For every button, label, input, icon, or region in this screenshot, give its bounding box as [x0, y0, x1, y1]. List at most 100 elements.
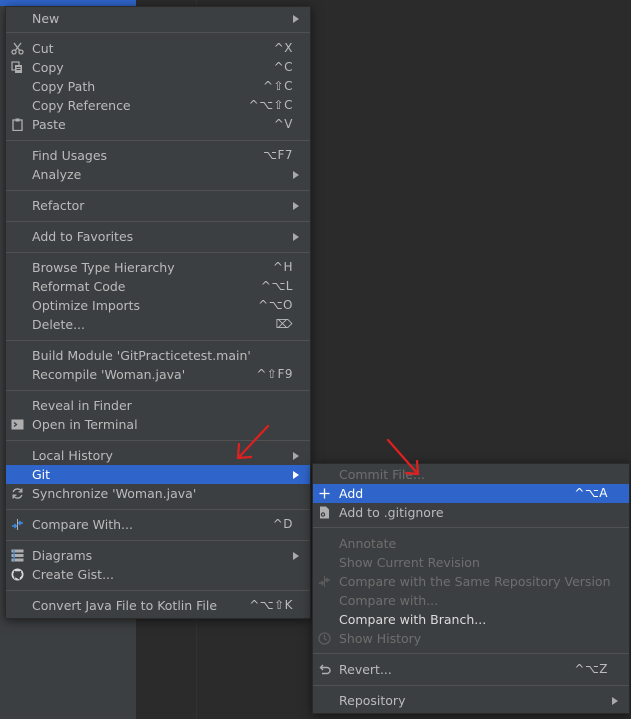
menu-item-label: Find Usages: [32, 148, 108, 163]
copy-icon: [11, 61, 24, 74]
menu-item-label: Add to .gitignore: [339, 505, 444, 520]
menu-item-label: Git: [32, 467, 51, 482]
terminal-icon: [11, 418, 24, 431]
shortcut-label: ^D: [272, 517, 293, 531]
menu-item-label: Show History: [339, 631, 422, 646]
menu-item-copy-reference[interactable]: Copy Reference ^⌥⇧C: [6, 96, 310, 115]
menu-item-delete[interactable]: Delete... ⌦: [6, 315, 310, 334]
menu-separator: [313, 685, 629, 686]
menu-separator: [6, 340, 310, 341]
menu-item-copy[interactable]: Copy ^C: [6, 58, 310, 77]
submenu-arrow-icon: [612, 697, 618, 705]
menu-separator: [313, 527, 629, 528]
shortcut-label: ^⌥A: [574, 486, 608, 500]
menu-item-reveal-in-finder[interactable]: Reveal in Finder: [6, 396, 310, 415]
menu-item-analyze[interactable]: Analyze: [6, 165, 310, 184]
menu-item-label: Compare with...: [339, 593, 439, 608]
menu-item-refactor[interactable]: Refactor: [6, 196, 310, 215]
menu-item-label: Show Current Revision: [339, 555, 480, 570]
shortcut-label: ^⌥Z: [574, 662, 608, 676]
menu-separator: [6, 221, 310, 222]
shortcut-label: ^⌥⇧K: [249, 598, 293, 612]
menu-item-paste[interactable]: Paste ^V: [6, 115, 310, 134]
menu-separator: [6, 390, 310, 391]
menu-separator: [6, 590, 310, 591]
shortcut-label: ^⌥⇧C: [248, 98, 293, 112]
menu-item-browse-type-hierarchy[interactable]: Browse Type Hierarchy ^H: [6, 258, 310, 277]
scissors-icon: [11, 42, 24, 55]
submenu-item-commit-file[interactable]: Commit File...: [313, 465, 629, 484]
menu-item-label: Compare with Branch...: [339, 612, 487, 627]
menu-item-label: Reveal in Finder: [32, 398, 132, 413]
gitignore-file-icon: [318, 506, 331, 519]
submenu-arrow-icon: [293, 233, 299, 241]
submenu-item-add-to-gitignore[interactable]: Add to .gitignore: [313, 503, 629, 522]
menu-item-label: Open in Terminal: [32, 417, 138, 432]
submenu-arrow-icon: [293, 202, 299, 210]
menu-item-label: Synchronize 'Woman.java': [32, 486, 197, 501]
submenu-item-show-current-revision[interactable]: Show Current Revision: [313, 553, 629, 572]
menu-item-compare-with[interactable]: Compare With... ^D: [6, 515, 310, 534]
annotation-arrow-right: [386, 438, 420, 476]
menu-item-cut[interactable]: Cut ^X: [6, 39, 310, 58]
menu-item-reformat-code[interactable]: Reformat Code ^⌥L: [6, 277, 310, 296]
git-submenu: Commit File... Add ^⌥A Add to .gitignore…: [312, 463, 630, 714]
menu-item-diagrams[interactable]: Diagrams: [6, 546, 310, 565]
menu-separator: [313, 653, 629, 654]
submenu-arrow-icon: [293, 552, 299, 560]
menu-item-label: Delete...: [32, 317, 85, 332]
menu-item-label: Refactor: [32, 198, 85, 213]
history-icon: [318, 632, 331, 645]
submenu-arrow-icon: [293, 471, 299, 479]
submenu-item-compare-with[interactable]: Compare with...: [313, 591, 629, 610]
shortcut-label: ⌥F7: [263, 148, 293, 162]
menu-item-label: Compare With...: [32, 517, 133, 532]
context-menu: New Cut ^X Copy ^C Copy Path ^⇧C Copy Re…: [5, 6, 311, 619]
submenu-item-add[interactable]: Add ^⌥A: [313, 484, 629, 503]
menu-item-label: Annotate: [339, 536, 397, 551]
menu-item-label: Revert...: [339, 662, 392, 677]
submenu-arrow-icon: [293, 171, 299, 179]
submenu-item-show-history[interactable]: Show History: [313, 629, 629, 648]
menu-item-label: Analyze: [32, 167, 82, 182]
compare-icon: [318, 575, 331, 588]
menu-item-label: Copy: [32, 60, 64, 75]
menu-item-label: Browse Type Hierarchy: [32, 260, 175, 275]
shortcut-label: ^H: [272, 260, 293, 274]
menu-item-label: Recompile 'Woman.java': [32, 367, 186, 382]
submenu-item-revert[interactable]: Revert... ^⌥Z: [313, 660, 629, 679]
shortcut-label: ^V: [273, 117, 293, 131]
menu-item-label: Compare with the Same Repository Version: [339, 574, 611, 589]
menu-item-convert-to-kotlin[interactable]: Convert Java File to Kotlin File ^⌥⇧K: [6, 596, 310, 615]
menu-item-label: Build Module 'GitPracticetest.main': [32, 348, 251, 363]
menu-item-copy-path[interactable]: Copy Path ^⇧C: [6, 77, 310, 96]
shortcut-label: ^⌥L: [260, 279, 293, 293]
menu-item-recompile[interactable]: Recompile 'Woman.java' ^⇧F9: [6, 365, 310, 384]
github-icon: [11, 568, 24, 581]
menu-separator: [6, 32, 310, 33]
menu-item-label: Cut: [32, 41, 54, 56]
menu-item-new[interactable]: New: [6, 9, 310, 28]
menu-item-optimize-imports[interactable]: Optimize Imports ^⌥O: [6, 296, 310, 315]
shortcut-label: ⌦: [275, 317, 293, 331]
menu-item-label: Copy Reference: [32, 98, 131, 113]
menu-item-add-to-favorites[interactable]: Add to Favorites: [6, 227, 310, 246]
plus-icon: [318, 487, 331, 500]
submenu-item-annotate[interactable]: Annotate: [313, 534, 629, 553]
shortcut-label: ^⌥O: [258, 298, 293, 312]
menu-item-label: Add: [339, 486, 364, 501]
menu-item-create-gist[interactable]: Create Gist...: [6, 565, 310, 584]
shortcut-label: ^⇧F9: [256, 367, 293, 381]
menu-item-label: Optimize Imports: [32, 298, 141, 313]
diagram-icon: [11, 549, 24, 562]
sync-icon: [11, 487, 24, 500]
menu-item-synchronize[interactable]: Synchronize 'Woman.java': [6, 484, 310, 503]
shortcut-label: ^C: [273, 60, 293, 74]
menu-separator: [6, 140, 310, 141]
submenu-item-compare-with-branch[interactable]: Compare with Branch...: [313, 610, 629, 629]
menu-item-find-usages[interactable]: Find Usages ⌥F7: [6, 146, 310, 165]
submenu-item-repository[interactable]: Repository: [313, 691, 629, 710]
menu-item-build-module[interactable]: Build Module 'GitPracticetest.main': [6, 346, 310, 365]
submenu-item-compare-same-repo-version[interactable]: Compare with the Same Repository Version: [313, 572, 629, 591]
menu-item-label: Copy Path: [32, 79, 96, 94]
